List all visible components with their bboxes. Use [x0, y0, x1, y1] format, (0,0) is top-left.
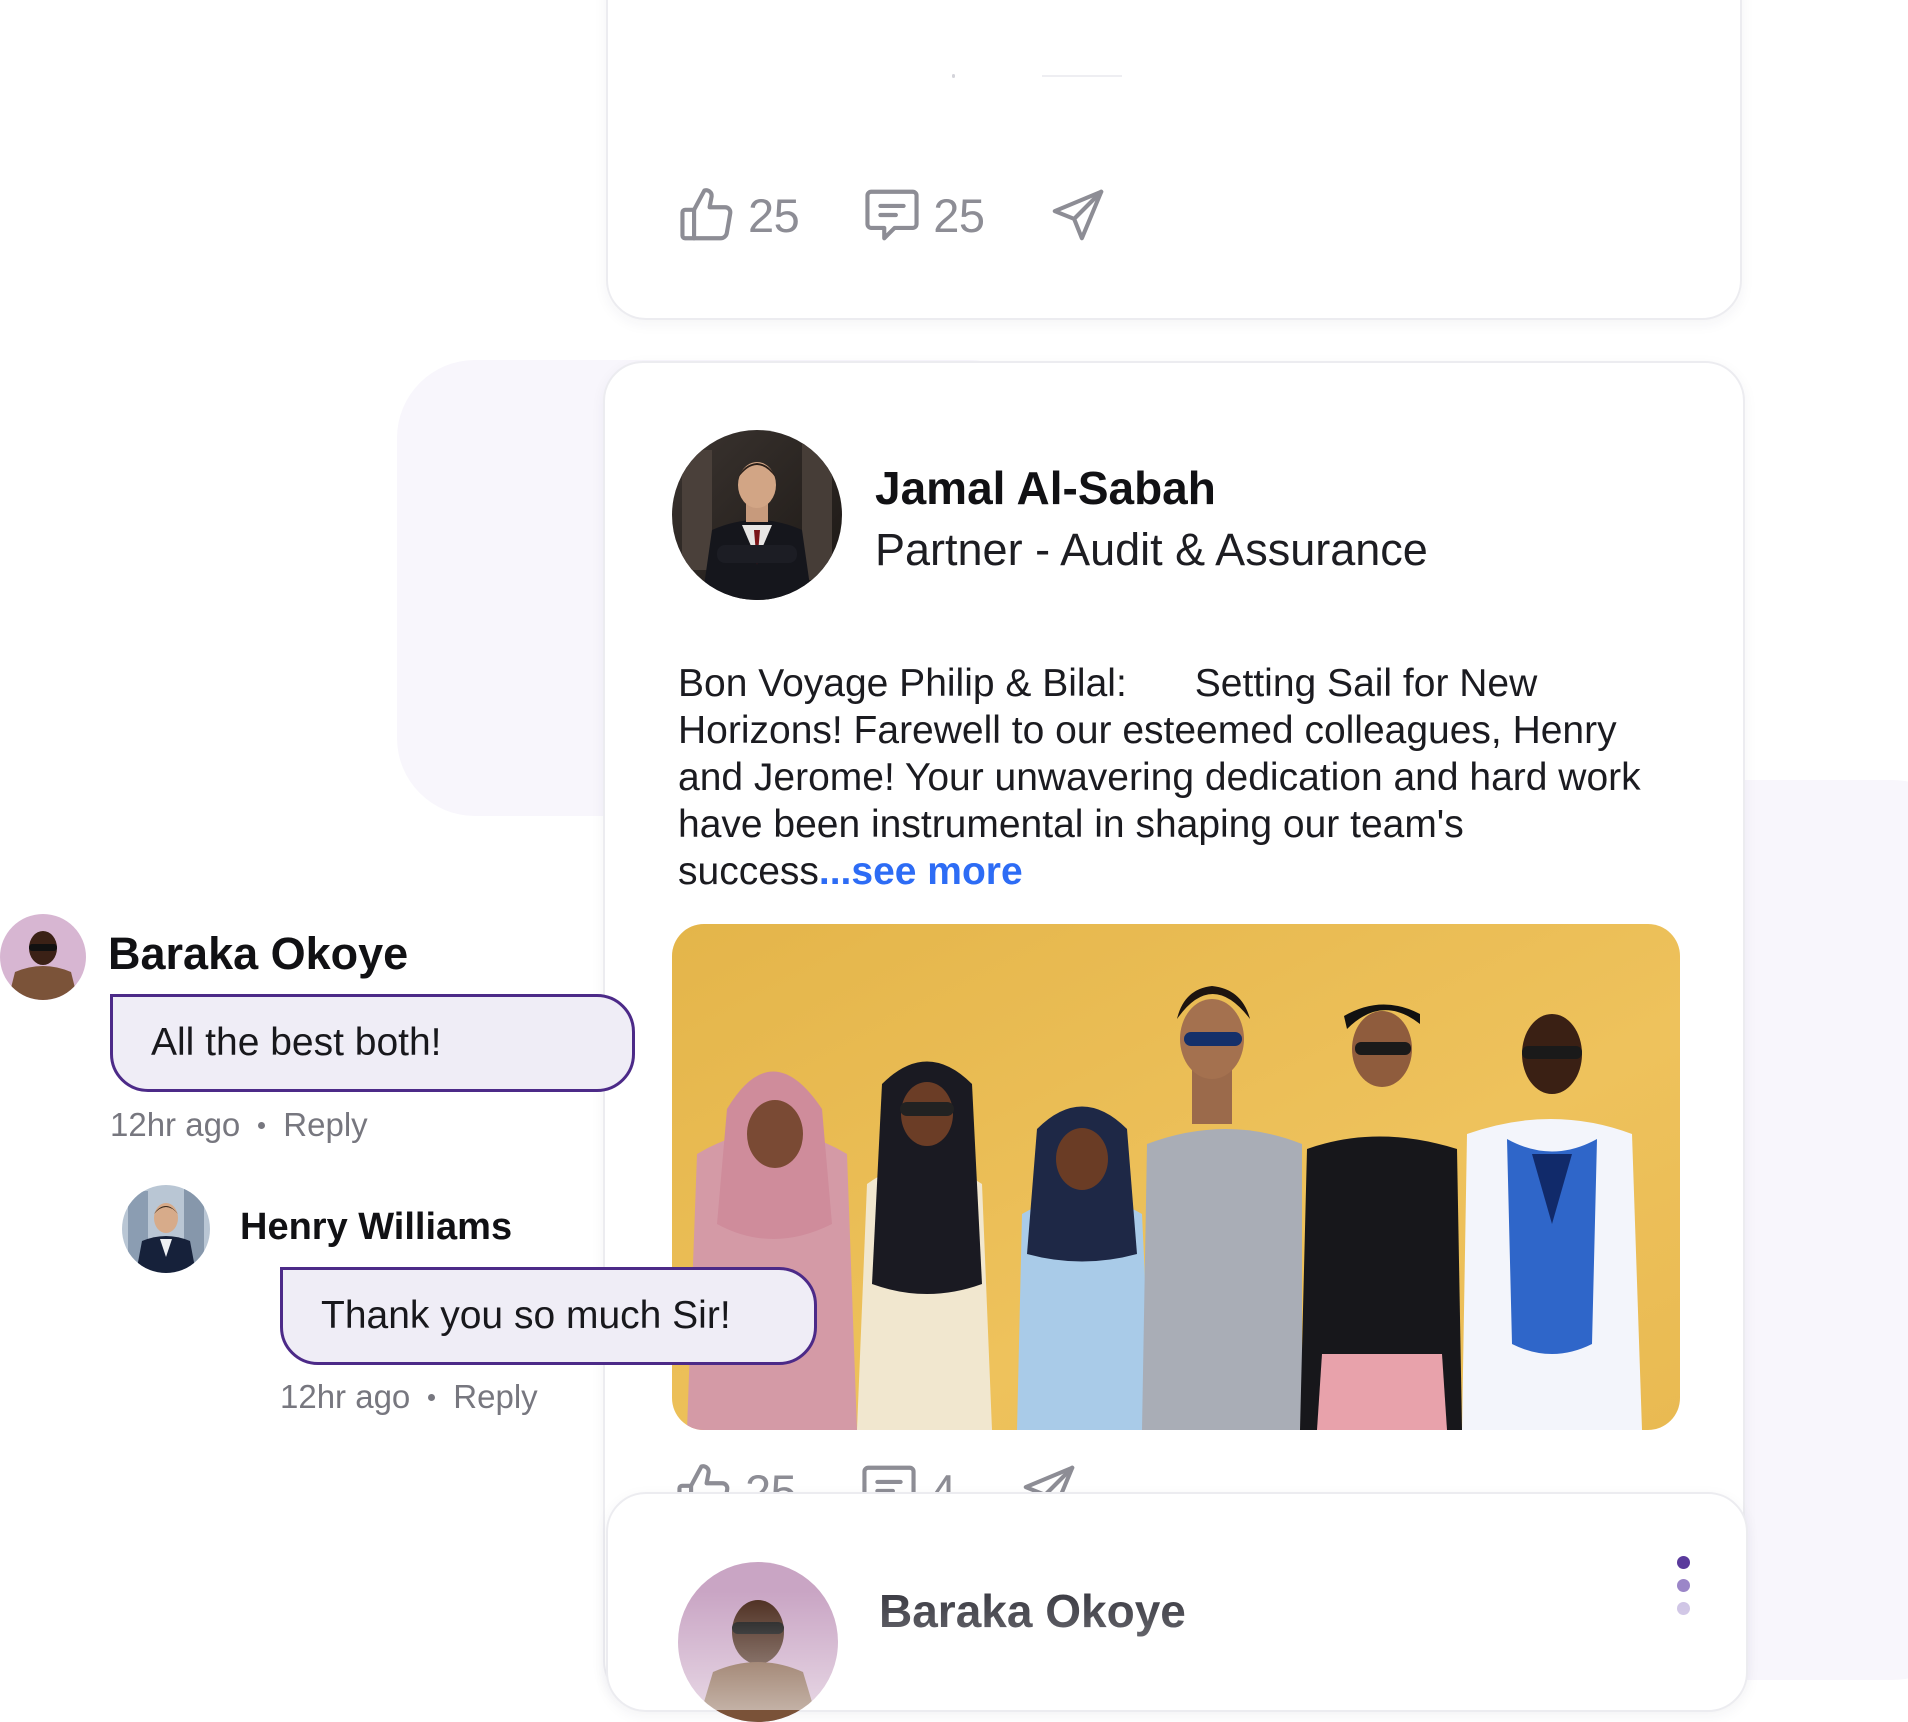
comment-meta: 12hr ago Reply: [280, 1378, 538, 1416]
separator-dot: [258, 1121, 266, 1129]
comment-bubble: Thank you so much Sir!: [280, 1267, 817, 1365]
like-button[interactable]: 25: [676, 184, 800, 246]
post-image[interactable]: [672, 924, 1680, 1430]
thumbs-up-icon: [676, 184, 738, 246]
previous-post-card: 25 25: [606, 0, 1742, 320]
post-author-name[interactable]: Jamal Al-Sabah: [875, 461, 1216, 515]
post-actions: 25 25: [676, 184, 1171, 246]
post-text-line1a: Bon Voyage Philip & Bilal:: [678, 662, 1127, 705]
post-text-line1b: Setting Sail for New: [1194, 662, 1538, 705]
avatar[interactable]: [0, 914, 86, 1000]
comment-button[interactable]: 25: [861, 184, 985, 246]
avatar[interactable]: [672, 430, 842, 600]
reply-link[interactable]: Reply: [283, 1106, 367, 1144]
comment-time: 12hr ago: [110, 1106, 241, 1143]
comment-author-name[interactable]: Henry Williams: [240, 1206, 512, 1249]
kebab-dot: [1677, 1602, 1690, 1615]
comment-count: 25: [933, 188, 985, 242]
reply-link[interactable]: Reply: [453, 1378, 537, 1416]
comment-meta: 12hr ago Reply: [110, 1106, 368, 1144]
see-more-link[interactable]: ...see more: [819, 850, 1023, 893]
like-count: 25: [748, 188, 800, 242]
avatar[interactable]: [678, 1562, 838, 1722]
comment-icon: [861, 184, 923, 246]
comment-text: All the best both!: [151, 1021, 442, 1064]
send-icon: [1047, 184, 1109, 246]
divider-line: [1042, 75, 1122, 77]
kebab-dot: [1677, 1579, 1690, 1592]
next-post-card: Baraka Okoye: [606, 1492, 1748, 1722]
post-author-name[interactable]: Baraka Okoye: [879, 1584, 1186, 1638]
separator-dot: [428, 1393, 436, 1401]
comment-author-name[interactable]: Baraka Okoye: [108, 928, 408, 980]
divider-dot: [952, 74, 955, 78]
share-button[interactable]: [1047, 184, 1109, 246]
more-vertical-icon[interactable]: [1677, 1556, 1690, 1625]
comment-time: 12hr ago: [280, 1378, 411, 1415]
post-author-role: Partner - Audit & Assurance: [875, 524, 1428, 575]
post-body: Bon Voyage Philip & Bilal: Setting Sail f…: [678, 660, 1688, 895]
comment-bubble: All the best both!: [110, 994, 635, 1092]
comment-text: Thank you so much Sir!: [321, 1294, 731, 1337]
kebab-dot: [1677, 1556, 1690, 1569]
avatar[interactable]: [122, 1185, 210, 1273]
